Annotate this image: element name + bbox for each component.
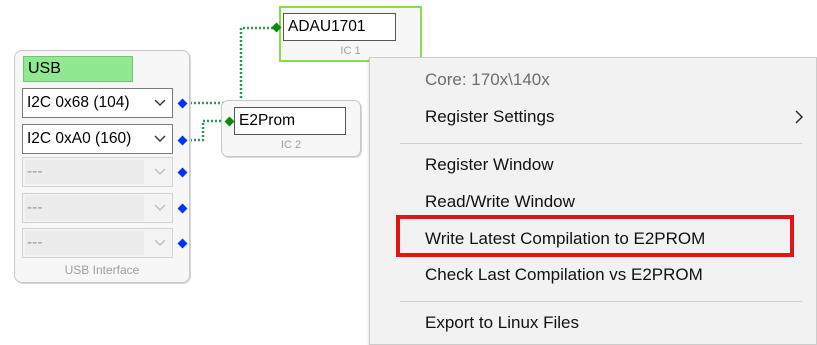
menu-item-register-settings[interactable]: Register Settings	[425, 107, 554, 127]
channel-3-select[interactable]: ---	[22, 157, 173, 187]
highlight-annotation-box	[396, 215, 794, 257]
chevron-down-icon	[154, 99, 166, 106]
wire-usb-ic1	[186, 26, 276, 105]
ic1-name-field[interactable]: ADAU1701	[283, 13, 396, 41]
menu-item-check-last-compilation[interactable]: Check Last Compilation vs E2PROM	[425, 265, 703, 285]
channel-1-select[interactable]: I2C 0x68 (104)	[22, 88, 173, 118]
chevron-right-icon	[795, 110, 803, 124]
usb-name-label[interactable]: USB	[23, 56, 133, 82]
channel-4-value: ---	[27, 199, 43, 216]
ic2-name-field[interactable]: E2Prom	[234, 107, 346, 135]
ic1-caption: IC 1	[340, 45, 361, 57]
channel-3-value: ---	[27, 163, 43, 180]
menu-separator	[400, 301, 802, 302]
menu-item-read-write-window[interactable]: Read/Write Window	[425, 192, 575, 212]
menu-item-export-linux-files[interactable]: Export to Linux Files	[425, 313, 579, 333]
channel-5-select[interactable]: ---	[22, 228, 173, 258]
chevron-down-icon	[154, 168, 166, 175]
menu-info-core: Core: 170x\140x	[425, 70, 550, 89]
ic2-caption: IC 2	[280, 139, 302, 151]
context-menu: Core: 170x\140x Register Settings Regist…	[369, 57, 817, 345]
menu-item-register-window[interactable]: Register Window	[425, 155, 554, 175]
channel-2-value: I2C 0xA0 (160)	[27, 130, 132, 147]
menu-separator	[400, 143, 802, 144]
chevron-down-icon	[154, 204, 166, 211]
channel-2-select[interactable]: I2C 0xA0 (160)	[22, 124, 173, 154]
chevron-down-icon	[154, 239, 166, 246]
channel-1-value: I2C 0x68 (104)	[27, 94, 130, 111]
chevron-down-icon	[154, 135, 166, 142]
wire-usb-ic2	[186, 119, 226, 142]
channel-5-value: ---	[27, 234, 43, 251]
usb-block-caption: USB Interface	[64, 263, 140, 277]
channel-4-select[interactable]: ---	[22, 193, 173, 223]
